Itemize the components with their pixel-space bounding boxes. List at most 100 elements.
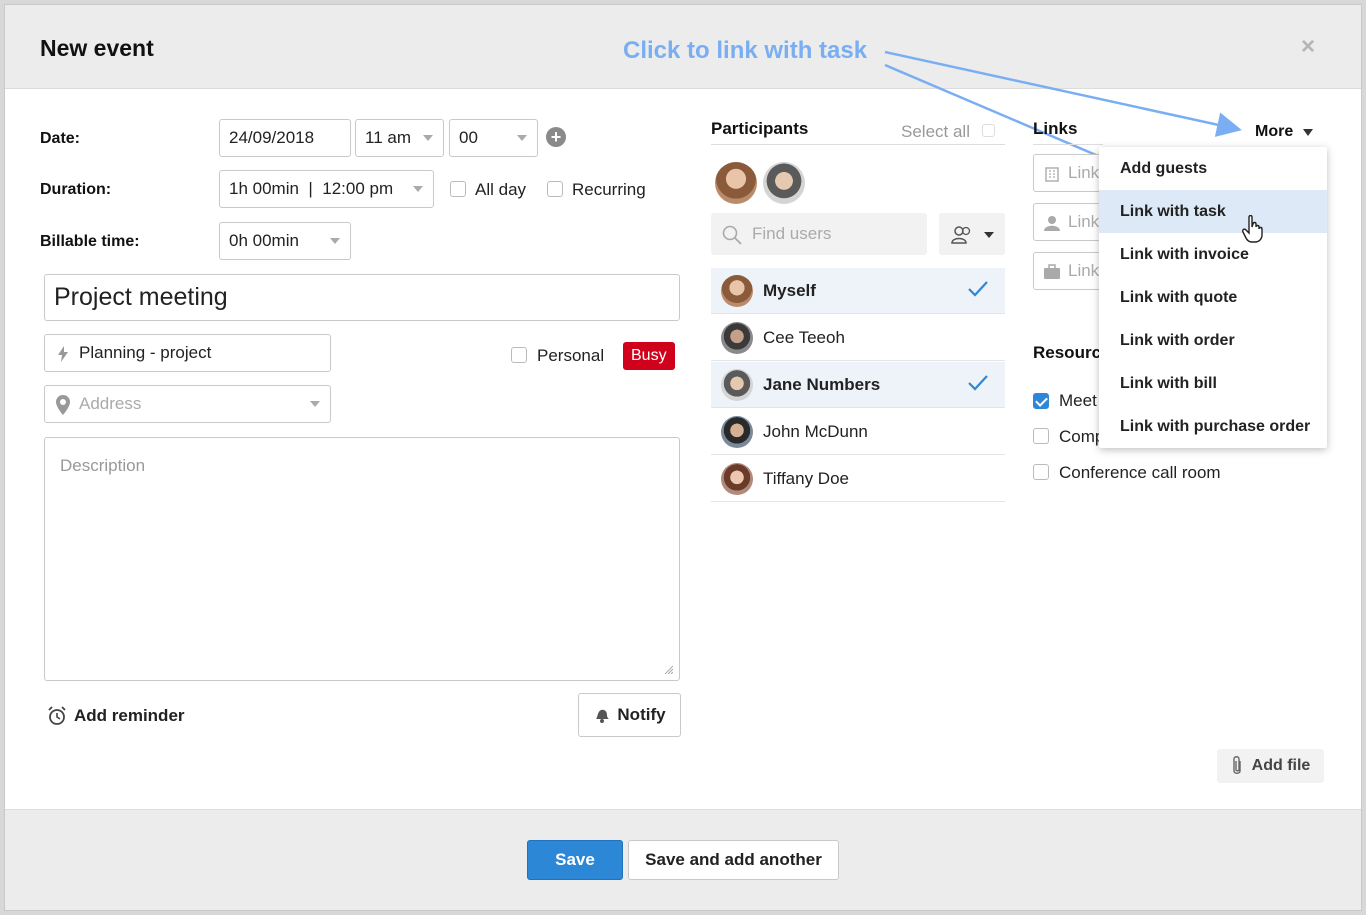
event-title-input[interactable]: Project meeting xyxy=(44,274,680,321)
resource-label: Conference call room xyxy=(1059,463,1221,482)
chevron-down-icon xyxy=(310,401,320,407)
add-file-label: Add file xyxy=(1251,757,1311,774)
duration-select[interactable]: 1h 00min | 12:00 pm xyxy=(219,170,434,208)
paperclip-icon xyxy=(1232,756,1241,774)
bolt-icon xyxy=(58,346,68,362)
description-placeholder: Description xyxy=(60,456,146,475)
user-icon xyxy=(1044,216,1060,231)
date-label: Date: xyxy=(40,130,81,147)
allday-checkbox[interactable] xyxy=(450,181,466,197)
chevron-down-icon xyxy=(330,238,340,244)
participant-row[interactable]: Myself xyxy=(711,268,1005,314)
category-input[interactable]: Planning - project xyxy=(44,334,331,372)
link-contact-input[interactable]: Link xyxy=(1033,203,1103,241)
recurring-checkbox[interactable] xyxy=(547,181,563,197)
participant-row[interactable]: Jane Numbers xyxy=(711,362,1005,408)
users-icon xyxy=(951,226,971,244)
participant-name: Jane Numbers xyxy=(763,374,881,394)
add-file-button[interactable]: Add file xyxy=(1217,749,1324,783)
link-company-input[interactable]: Link xyxy=(1033,154,1103,192)
avatar xyxy=(721,463,753,495)
more-dropdown-menu: Add guests Link with task Link with invo… xyxy=(1099,147,1327,448)
date-input[interactable]: 24/09/2018 xyxy=(219,119,351,157)
select-all-link[interactable]: Select all xyxy=(901,122,970,142)
check-icon xyxy=(968,281,988,297)
participant-name: Tiffany Doe xyxy=(763,468,849,488)
alarm-clock-icon[interactable] xyxy=(47,706,67,726)
personal-checkbox[interactable] xyxy=(511,347,527,363)
chevron-down-icon xyxy=(984,232,994,238)
select-all-checkbox[interactable] xyxy=(982,124,995,137)
resource-checkbox[interactable] xyxy=(1033,428,1049,444)
hour-select[interactable]: 11 am xyxy=(355,119,444,157)
resource-checkbox[interactable] xyxy=(1033,464,1049,480)
hour-value: 11 am xyxy=(365,128,411,147)
event-title-value: Project meeting xyxy=(54,283,228,311)
avatar xyxy=(721,322,753,354)
date-value: 24/09/2018 xyxy=(229,128,315,147)
building-icon xyxy=(1045,167,1059,182)
save-button[interactable]: Save xyxy=(527,840,623,880)
find-users-input[interactable]: Find users xyxy=(711,213,927,255)
participants-header: Participants xyxy=(711,119,809,138)
menu-item-link-with-task[interactable]: Link with task xyxy=(1099,190,1327,233)
participants-divider xyxy=(711,144,1005,145)
duration-label: Duration: xyxy=(40,181,112,198)
minute-select[interactable]: 00 xyxy=(449,119,538,157)
check-icon xyxy=(968,375,988,391)
menu-item-link-with-order[interactable]: Link with order xyxy=(1099,319,1327,362)
bell-icon xyxy=(596,709,610,723)
link-project-input[interactable]: Link xyxy=(1033,252,1103,290)
address-placeholder: Address xyxy=(79,394,142,413)
hand-cursor-icon xyxy=(1242,215,1263,243)
resize-handle-icon[interactable] xyxy=(663,664,673,674)
search-icon xyxy=(722,225,742,245)
busy-badge[interactable]: Busy xyxy=(623,342,675,370)
participant-name: Cee Teeoh xyxy=(763,327,845,347)
links-divider xyxy=(1033,144,1103,145)
billable-label: Billable time: xyxy=(40,233,140,250)
chevron-down-icon[interactable] xyxy=(1303,129,1313,136)
avatar xyxy=(721,275,753,307)
user-groups-button[interactable] xyxy=(939,213,1005,255)
avatar xyxy=(721,416,753,448)
link-placeholder: Link xyxy=(1068,261,1100,280)
menu-item-link-with-invoice[interactable]: Link with invoice xyxy=(1099,233,1327,276)
add-date-icon[interactable]: + xyxy=(546,127,566,147)
allday-label: All day xyxy=(475,180,527,199)
minute-value: 00 xyxy=(459,128,478,147)
personal-label: Personal xyxy=(537,346,605,365)
notify-button[interactable]: Notify xyxy=(578,693,681,737)
notify-label: Notify xyxy=(617,705,666,724)
participant-name: John McDunn xyxy=(763,421,868,441)
description-textarea[interactable]: Description xyxy=(44,437,680,681)
links-header: Links xyxy=(1033,119,1078,138)
briefcase-icon xyxy=(1044,264,1060,279)
participant-name: Myself xyxy=(763,280,816,300)
more-dropdown[interactable]: More xyxy=(1255,123,1293,141)
resource-checkbox[interactable] xyxy=(1033,393,1049,409)
resource-label: Comp xyxy=(1059,427,1105,446)
billable-select[interactable]: 0h 00min xyxy=(219,222,351,260)
chevron-down-icon xyxy=(423,135,433,141)
address-select[interactable]: Address xyxy=(44,385,331,423)
save-and-add-another-button[interactable]: Save and add another xyxy=(628,840,839,880)
participant-row[interactable]: John McDunn xyxy=(711,409,1005,455)
avatar[interactable] xyxy=(763,162,805,204)
chevron-down-icon xyxy=(517,135,527,141)
find-users-placeholder: Find users xyxy=(752,224,832,243)
map-pin-icon xyxy=(56,395,70,415)
billable-value: 0h 00min xyxy=(229,231,299,250)
link-placeholder: Link xyxy=(1068,163,1100,182)
participant-row[interactable]: Cee Teeoh xyxy=(711,315,1005,361)
menu-item-link-with-purchase-order[interactable]: Link with purchase order xyxy=(1099,405,1327,448)
menu-item-add-guests[interactable]: Add guests xyxy=(1099,147,1327,190)
menu-item-link-with-bill[interactable]: Link with bill xyxy=(1099,362,1327,405)
participant-row[interactable]: Tiffany Doe xyxy=(711,456,1005,502)
avatar[interactable] xyxy=(715,162,757,204)
new-event-dialog: New event × Click to link with task Date… xyxy=(4,4,1362,911)
add-reminder-link[interactable]: Add reminder xyxy=(74,706,185,726)
avatar xyxy=(721,369,753,401)
duration-value: 1h 00min | 12:00 pm xyxy=(229,179,394,198)
menu-item-link-with-quote[interactable]: Link with quote xyxy=(1099,276,1327,319)
